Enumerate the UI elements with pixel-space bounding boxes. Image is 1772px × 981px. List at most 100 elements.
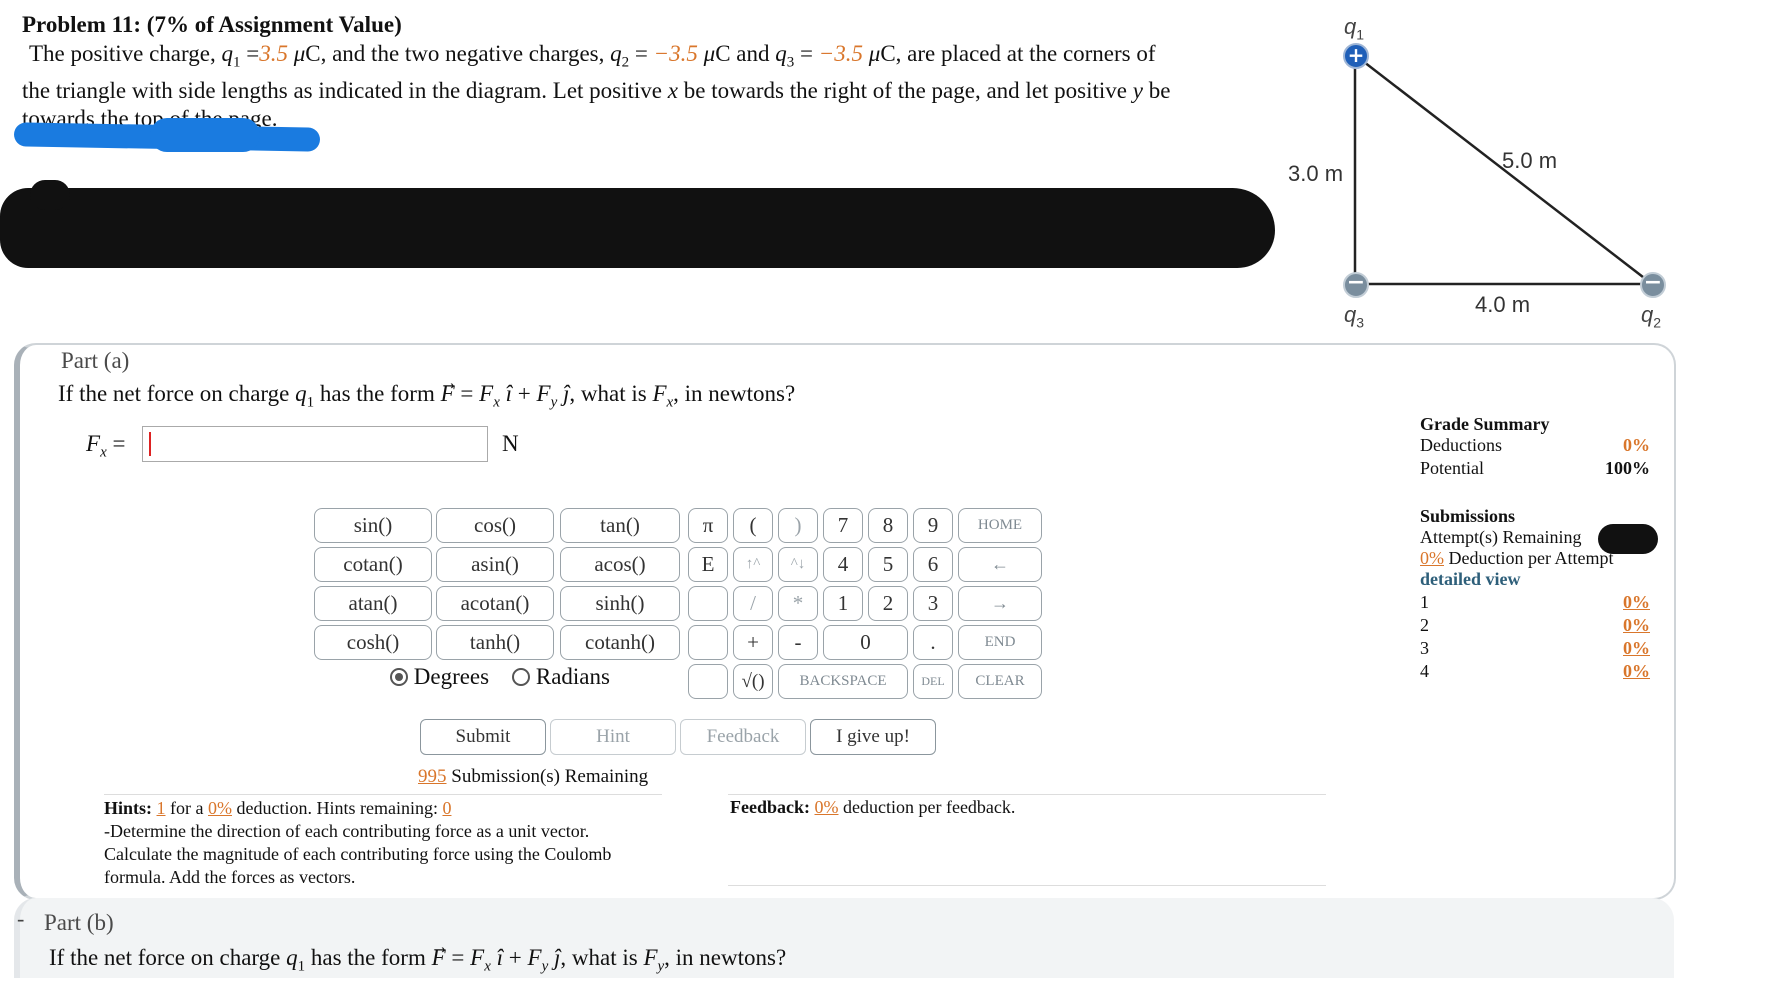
radians-radio[interactable]: Radians [512,664,610,689]
negative-charge-icon-q2: − [1640,272,1666,298]
detailed-view-link[interactable]: detailed view [1420,569,1521,589]
cotan-button[interactable]: cotan() [314,547,432,582]
potential-value: 100% [1605,458,1650,478]
divide-button[interactable]: / [733,586,773,621]
right-arrow-button[interactable]: → [958,586,1042,621]
digit-8-button[interactable]: 8 [868,508,908,543]
redaction-black [0,188,1275,268]
left-arrow-button[interactable]: ← [958,547,1042,582]
e-button[interactable]: E [688,547,728,582]
cos-button[interactable]: cos() [436,508,554,543]
digit-4-button[interactable]: 4 [823,547,863,582]
minus-button[interactable]: - [778,625,818,660]
redaction-black-2 [30,180,70,210]
part-b-title: Part (b) [44,910,114,935]
submissions-remaining-text: Submission(s) Remaining [451,766,649,787]
blank-key-2[interactable] [688,625,728,660]
close-paren-button[interactable]: ) [778,508,818,543]
pi-button[interactable]: π [688,508,728,543]
degrees-label: Degrees [413,664,490,689]
attempts-redaction [1598,524,1658,554]
power-down-button[interactable]: ^↓ [778,547,818,582]
acos-button[interactable]: acos() [560,547,680,582]
acotan-button[interactable]: acotan() [436,586,554,621]
cosh-button[interactable]: cosh() [314,625,432,660]
feedback-bottom-divider [728,885,1326,886]
digit-1-button[interactable]: 1 [823,586,863,621]
digit-6-button[interactable]: 6 [913,547,953,582]
backspace-button[interactable]: BACKSPACE [778,664,908,699]
positive-charge-icon: + [1343,43,1369,69]
digit-3-button[interactable]: 3 [913,586,953,621]
q2-label: q2 [1641,302,1662,331]
end-button[interactable]: END [958,625,1042,660]
hints-for-a: for a [170,798,204,818]
attempt-pct: 0% [1623,661,1650,681]
submissions-summary: Submissions Attempt(s) Remaining 0% Dedu… [1420,506,1658,684]
digit-2-button[interactable]: 2 [868,586,908,621]
attempt-row: 1 0% [1420,592,1650,615]
multiply-button[interactable]: * [778,586,818,621]
submit-button[interactable]: Submit [420,719,546,755]
q1-label: q1 [1344,14,1365,43]
attempt-row: 2 0% [1420,615,1650,638]
power-up-button[interactable]: ↑^ [733,547,773,582]
blank-key-1[interactable] [688,586,728,621]
deductions-label: Deductions [1420,435,1502,455]
degrees-radio[interactable]: Degrees [390,664,489,689]
q3-label: q3 [1344,302,1365,331]
hints-label: Hints: [104,798,153,818]
tanh-button[interactable]: tanh() [436,625,554,660]
atan-button[interactable]: atan() [314,586,432,621]
negative-charge-icon-q3: − [1343,272,1369,298]
plus-button[interactable]: + [733,625,773,660]
home-button[interactable]: HOME [958,508,1042,543]
attempt-number: 1 [1420,592,1429,612]
q2-value: −3.5 [653,41,698,66]
clear-button[interactable]: CLEAR [958,664,1042,699]
part-b-toggle[interactable]: - [17,906,24,932]
part-b-question-end: , what is [560,945,638,970]
side-vertical-label: 3.0 m [1288,161,1344,186]
part-a-question-end: , what is [569,381,647,406]
feedback-button[interactable]: Feedback [680,719,806,755]
fx-label: Fx = [86,431,126,461]
delete-button[interactable]: DEL [913,664,953,699]
deductions-value: 0% [1623,435,1650,455]
hint-button[interactable]: Hint [550,719,676,755]
fx-answer-input[interactable] [142,426,488,462]
digit-9-button[interactable]: 9 [913,508,953,543]
attempt-row: 3 0% [1420,638,1650,661]
sqrt-button[interactable]: √() [733,664,773,699]
part-a-title: Part (a) [61,348,130,373]
hints-divider [104,794,662,795]
attempt-pct: 0% [1623,638,1650,658]
give-up-button[interactable]: I give up! [810,719,936,755]
text-caret [149,432,151,456]
attempt-number: 4 [1420,661,1429,681]
attempt-number: 2 [1420,615,1429,635]
attempt-pct: 0% [1623,592,1650,612]
hints-section: Hints: 1 for a 0% deduction. Hints remai… [104,797,694,889]
decimal-button[interactable]: . [913,625,953,660]
sin-button[interactable]: sin() [314,508,432,543]
feedback-deduction: 0% [814,797,839,817]
feedback-section: Feedback: 0% deduction per feedback. [730,797,1015,818]
open-paren-button[interactable]: ( [733,508,773,543]
tan-button[interactable]: tan() [560,508,680,543]
digit-7-button[interactable]: 7 [823,508,863,543]
side-horizontal-label: 4.0 m [1475,292,1531,317]
fx-unit: N [502,431,519,456]
digit-0-button[interactable]: 0 [823,625,908,660]
submissions-remaining: 995 Submission(s) Remaining [418,766,648,788]
blank-key-3[interactable] [688,664,728,699]
asin-button[interactable]: asin() [436,547,554,582]
hint-text-line-3: formula. Add the forces as vectors. [104,867,356,887]
hints-remaining: 0 [442,798,452,818]
sinh-button[interactable]: sinh() [560,586,680,621]
hints-deduction: 0% [208,798,232,818]
digit-5-button[interactable]: 5 [868,547,908,582]
part-b-question: If the net force on charge q1 has the fo… [49,945,787,975]
grade-summary-title: Grade Summary [1420,414,1550,434]
cotanh-button[interactable]: cotanh() [560,625,680,660]
